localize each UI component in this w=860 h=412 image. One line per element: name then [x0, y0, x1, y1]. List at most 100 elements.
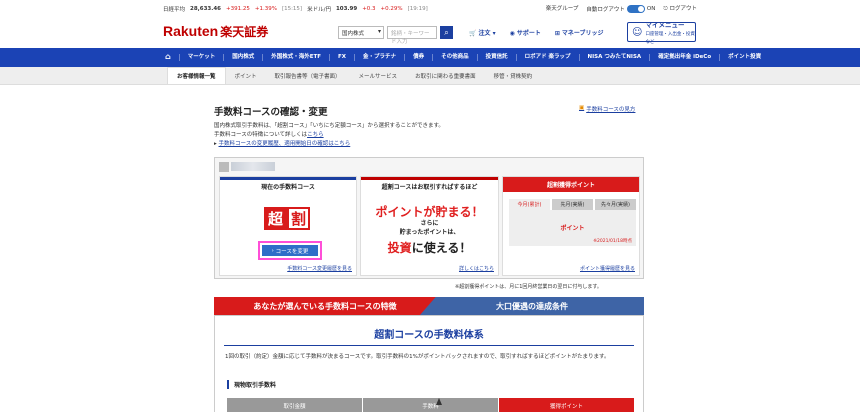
promo-subheadline: 投資に使える！	[361, 239, 498, 256]
top-right-links: 楽天グループ 自動ログアウト ON ⎋ ログアウト	[546, 4, 697, 13]
cart-icon: 🛒	[469, 30, 477, 37]
usd-change: +0.3	[362, 5, 376, 12]
details-link[interactable]: こちら	[307, 132, 324, 138]
mymenu-sub: 口座管理・入出金・投資など	[645, 32, 695, 45]
subnav-point[interactable]: ポイント	[226, 67, 266, 84]
nav-ideco[interactable]: 確定拠出年金 iDeCo	[649, 54, 719, 61]
promo-mid-2: 貯まったポイントは、	[399, 229, 460, 236]
plan-heading-underline	[224, 345, 634, 346]
nav-domestic-stock[interactable]: 国内株式	[223, 54, 262, 61]
nav-market[interactable]: マーケット	[178, 54, 224, 61]
nav-fx[interactable]: FX	[329, 54, 354, 61]
points-note: ※超割獲得ポイントは、月に1回月終営業日の翌日に付与します。	[455, 284, 602, 290]
promo-use: に使える！	[411, 241, 472, 255]
points-history-link[interactable]: ポイント獲得履歴を見る	[580, 265, 635, 272]
group-link[interactable]: 楽天グループ	[546, 4, 579, 13]
intro-line-1: 国内株式取引手数料は、「超割コース」「いちにち定額コース」から選択することができ…	[214, 123, 444, 129]
guide-label: 手数料コースの見方	[586, 107, 636, 113]
main-nav: ⌂ マーケット 国内株式 外国株式・海外ETF FX 金・プラチナ 債券 その他…	[0, 48, 860, 67]
change-course-label: コースを変更	[275, 248, 309, 255]
nav-gold[interactable]: 金・プラチナ	[354, 54, 404, 61]
home-icon[interactable]: ⌂	[163, 52, 179, 62]
tab-last-month[interactable]: 先月(実績)	[552, 199, 593, 210]
toggle-state: ON	[646, 5, 656, 12]
moneybridge-link[interactable]: ⊞ マネーブリッジ	[555, 28, 604, 37]
course-feature-banner[interactable]: あなたが選んでいる手数料コースの特徴	[214, 297, 436, 315]
nikkei-time: [15:15]	[281, 5, 303, 12]
tab-this-month[interactable]: 今月(累計)	[509, 199, 550, 210]
mymenu-button[interactable]: ☺ マイメニュー 口座管理・入出金・投資など	[627, 21, 696, 45]
nav-other[interactable]: その他商品	[432, 54, 477, 61]
nav-bond[interactable]: 債券	[404, 54, 432, 61]
nikkei-pct: +1.39%	[254, 5, 277, 12]
account-name	[219, 161, 275, 172]
large-preferential-banner[interactable]: 大口優遇の達成条件	[420, 297, 644, 315]
auto-logout-label: 自動ログアウト	[586, 6, 625, 13]
subnav-mail[interactable]: メールサービス	[350, 67, 407, 84]
points-date: ※2021/01/18時点	[593, 239, 632, 244]
guide-link[interactable]: ▣ 手数料コースの見方	[579, 105, 635, 113]
user-avatar-icon	[219, 161, 229, 172]
promo-details-link[interactable]: 詳しくはこちら	[459, 265, 494, 272]
subnav-reports[interactable]: 取引報告書等（電子書面）	[266, 67, 350, 84]
search-scope-select[interactable]: 国内株式	[338, 26, 384, 39]
change-course-button[interactable]: › コースを変更	[262, 245, 318, 256]
nikkei-label: 日経平均	[163, 6, 186, 13]
search-input[interactable]: 銘柄・キーワード入力	[387, 26, 437, 45]
moneybridge-label: マネーブリッジ	[561, 30, 604, 37]
rakuten-logo[interactable]: Rakuten 楽天証券	[163, 23, 268, 40]
course-panel: 現在の手数料コース 超 割 › コースを変更 手数料コース変更履歴を見る 超割コ…	[214, 157, 644, 279]
promo-invest: 投資	[387, 241, 412, 255]
current-course-title: 現在の手数料コース	[220, 177, 356, 192]
badge-char-2: 割	[287, 207, 310, 230]
book-icon: ▣	[579, 105, 585, 111]
usd-pct: +0.29%	[380, 5, 403, 12]
change-highlight: › コースを変更	[258, 241, 322, 260]
headset-icon: ◉	[509, 30, 515, 37]
plan-description: 1回の取引（約定）金額に応じて手数料が決まるコースです。取引手数料の1%がポイン…	[225, 354, 610, 360]
plan-heading: 超割コースの手数料体系	[374, 330, 484, 341]
section-title: 現物取引手数料	[227, 380, 276, 389]
chowari-badge: 超 割	[264, 207, 310, 230]
auto-logout-toggle[interactable]: 自動ログアウト ON	[586, 4, 655, 13]
plan-section: 超割コースの手数料体系 1回の取引（約定）金額に応じて手数料が決まるコースです。…	[214, 315, 644, 412]
support-link[interactable]: ◉ サポート	[510, 28, 541, 37]
market-ticker: 日経平均 28,633.46 +391.25 +1.39% [15:15] 米ド…	[0, 0, 860, 17]
course-history-link[interactable]: 手数料コース変更履歴を見る	[287, 265, 352, 272]
order-link[interactable]: 🛒 注文 ▾	[469, 28, 496, 37]
col-points: 獲得ポイント	[499, 398, 634, 412]
chevron-right-icon: ›	[271, 247, 274, 254]
promo-mid-1: さらに	[420, 220, 439, 227]
history-link[interactable]: 手数料コースの変更履歴、適用開始日の確認はこちら	[219, 141, 351, 147]
toggle-switch-icon[interactable]	[626, 4, 645, 13]
logo-en: Rakuten	[163, 23, 219, 39]
subnav-documents[interactable]: お取引に関わる重要書面	[406, 67, 485, 84]
logout-label: ログアウト	[669, 6, 697, 12]
logout-button[interactable]: ⎋ ログアウト	[663, 4, 697, 13]
user-icon: ☺	[632, 26, 643, 38]
intro-text: 国内株式取引手数料は、「超割コース」「いちにち定額コース」から選択することができ…	[214, 122, 444, 149]
points-box: ポイント ※2021/01/18時点	[509, 210, 636, 246]
nav-nisa[interactable]: NISA つみたてNISA	[578, 54, 650, 61]
subnav-transfer[interactable]: 移管・貸株契約	[485, 67, 542, 84]
nav-foreign-stock[interactable]: 外国株式・海外ETF	[262, 54, 329, 61]
promo-card: 超割コースはお取引すればするほど ポイントが貯まる！ さらに 貯まったポイントは…	[360, 176, 499, 276]
bridge-icon: ⊞	[554, 30, 560, 37]
badge-char-1: 超	[264, 207, 287, 230]
nav-fund[interactable]: 投資信託	[476, 54, 516, 61]
search-icon[interactable]: ⌕	[440, 26, 453, 39]
sub-nav: お客様情報一覧 ポイント 取引報告書等（電子書面） メールサービス お取引に関わ…	[0, 67, 860, 85]
points-card: 超割獲得ポイント 今月(累計) 先月(実績) 先々月(実績) ポイント ※202…	[502, 176, 640, 276]
order-label: 注文	[478, 30, 491, 37]
mymenu-title: マイメニュー	[645, 21, 685, 29]
nikkei-value: 28,633.46	[190, 5, 221, 12]
nav-robo[interactable]: ロボアド 楽ラップ	[515, 54, 579, 61]
current-course-card: 現在の手数料コース 超 割 › コースを変更 手数料コース変更履歴を見る	[219, 176, 357, 276]
points-value: ポイント	[560, 225, 585, 232]
support-label: サポート	[516, 30, 541, 37]
subnav-customer-info[interactable]: お客様情報一覧	[167, 67, 226, 84]
col-trade-amount: 取引金額	[227, 398, 362, 412]
nav-point[interactable]: ポイント投資	[719, 54, 769, 61]
tab-two-months-ago[interactable]: 先々月(実績)	[595, 199, 636, 210]
page-title: 手数料コースの確認・変更	[214, 107, 328, 118]
